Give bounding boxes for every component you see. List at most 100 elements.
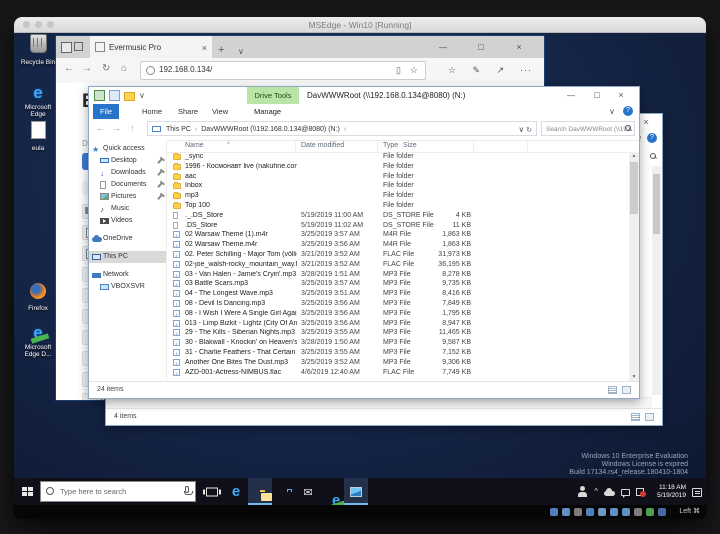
- action-center-icon[interactable]: [692, 487, 702, 497]
- sidebar-item[interactable]: VBOXSVR: [89, 281, 166, 293]
- taskbar-app-button[interactable]: [344, 478, 368, 505]
- explorer2-details-view-icon[interactable]: [631, 413, 640, 421]
- file-row[interactable]: .DS_Store 5/19/2019 11:02 AM DS_STORE Fi…: [167, 221, 629, 231]
- details-view-icon[interactable]: [608, 386, 617, 394]
- tab-close-icon[interactable]: [202, 38, 207, 56]
- file-row[interactable]: ._.DS_Store 5/19/2019 11:00 AM DS_STORE …: [167, 211, 629, 221]
- file-row[interactable]: 02. Peter Schilling - Major Tom (völlig …: [167, 250, 629, 260]
- forward-icon[interactable]: [82, 63, 92, 74]
- drive-tools-context-tab[interactable]: Drive Tools: [247, 87, 299, 104]
- sidebar-item[interactable]: Downloads: [89, 167, 166, 179]
- explorer-maximize-button[interactable]: [585, 87, 609, 103]
- tab-file[interactable]: File: [93, 104, 120, 119]
- breadcrumb[interactable]: This PC › DavWWWRoot (\\192.168.0.134@8080…: [147, 121, 537, 136]
- taskbar-app-button[interactable]: [224, 478, 248, 505]
- qat-properties-icon[interactable]: [109, 90, 120, 101]
- edge-minimize-button[interactable]: [430, 36, 456, 58]
- taskbar-app-button[interactable]: [200, 478, 224, 505]
- address-dropdown-icon[interactable]: [518, 127, 524, 134]
- explorer2-thumbnail-view-icon[interactable]: [645, 413, 654, 421]
- qat-customize-chevron-icon[interactable]: [139, 91, 145, 100]
- new-tab-icon[interactable]: [218, 40, 224, 58]
- forward-icon[interactable]: [112, 123, 121, 133]
- hidden-icons-chevron-icon[interactable]: ^: [594, 486, 598, 497]
- ribbon-expand-chevron-icon[interactable]: [609, 107, 615, 116]
- file-row[interactable]: Top 100 File folder: [167, 201, 629, 211]
- back-icon[interactable]: [96, 123, 105, 133]
- column-size[interactable]: Size: [403, 142, 417, 149]
- search-input[interactable]: Search DavWWWRoot (\\192...: [541, 121, 635, 136]
- file-row[interactable]: 02-joe_walsh-rocky_mountain_way.flac 3/2…: [167, 260, 629, 270]
- address-refresh-icon[interactable]: [526, 127, 532, 134]
- file-row[interactable]: 04 - The Longest Wave.mp3 3/25/2019 3:51…: [167, 289, 629, 299]
- file-row[interactable]: Another One Bites The Dust.mp3 3/25/2019…: [167, 358, 629, 368]
- sidebar-item[interactable]: This PC: [89, 251, 166, 263]
- tab-list-chevron-icon[interactable]: [238, 41, 244, 59]
- desktop-icon[interactable]: Firefox: [17, 283, 59, 312]
- qat-new-folder-icon[interactable]: [124, 92, 135, 101]
- share-icon[interactable]: [496, 65, 504, 76]
- file-row[interactable]: mp3 File folder: [167, 191, 629, 201]
- file-row[interactable]: 29 - The Kills - Siberian Nights.mp3 3/2…: [167, 328, 629, 338]
- breadcrumb-drive[interactable]: DavWWWRoot (\\192.168.0.134@8080) (N:): [201, 126, 340, 133]
- edge-maximize-button[interactable]: [468, 36, 494, 58]
- tab-view[interactable]: View: [205, 104, 235, 119]
- people-icon[interactable]: [577, 486, 588, 497]
- tab-manage[interactable]: Manage: [247, 104, 288, 119]
- column-type[interactable]: Type: [383, 142, 398, 149]
- url-field[interactable]: 192.168.0.134/: [140, 61, 426, 80]
- reading-view-icon[interactable]: [396, 65, 401, 76]
- vm-titlebar[interactable]: MSEdge - Win10 [Running]: [14, 17, 706, 33]
- taskbar-search-input[interactable]: Type here to search: [40, 481, 196, 502]
- explorer-titlebar[interactable]: Drive Tools DavWWWRoot (\\192.168.0.134@…: [89, 87, 639, 104]
- volume-tray-icon[interactable]: [636, 488, 646, 497]
- onedrive-tray-icon[interactable]: [604, 488, 615, 496]
- chat-tray-icon[interactable]: [621, 489, 630, 498]
- file-row[interactable]: 1996 - Космонавт live (nakuhne.com) File…: [167, 162, 629, 172]
- breadcrumb-this-pc[interactable]: This PC: [166, 126, 191, 133]
- taskbar-app-button[interactable]: [272, 478, 296, 505]
- sidebar-item[interactable]: Quick access: [89, 143, 166, 155]
- microphone-icon[interactable]: [184, 486, 193, 495]
- file-row[interactable]: 03 Battle Scars.mp3 3/25/2019 3:57 AM MP…: [167, 279, 629, 289]
- up-icon[interactable]: [130, 123, 135, 133]
- desktop-icon[interactable]: Microsoft Edge D...: [17, 323, 59, 358]
- sidebar-item[interactable]: Network: [89, 269, 166, 281]
- explorer-close-button[interactable]: [609, 87, 633, 103]
- hub-favorites-icon[interactable]: [448, 65, 456, 76]
- tab-home[interactable]: Home: [135, 104, 169, 119]
- sidebar-item[interactable]: Documents: [89, 179, 166, 191]
- tab-preview-icon[interactable]: [74, 42, 83, 51]
- refresh-icon[interactable]: [102, 63, 110, 74]
- back-icon[interactable]: [64, 63, 74, 74]
- taskbar-app-button[interactable]: [248, 478, 272, 505]
- sidebar-item[interactable]: Pictures: [89, 191, 166, 203]
- file-row[interactable]: 08 - Devil Is Dancing.mp3 3/25/2019 3:56…: [167, 299, 629, 309]
- file-row[interactable]: 30 - Blakwall - Knockin' on Heaven's Doo…: [167, 338, 629, 348]
- sidebar-item[interactable]: Music: [89, 203, 166, 215]
- desktop-icon[interactable]: eula: [17, 121, 59, 152]
- taskbar-app-button[interactable]: [296, 478, 320, 505]
- start-button[interactable]: [14, 478, 40, 505]
- file-row[interactable]: Inbox File folder: [167, 181, 629, 191]
- taskbar-clock[interactable]: 11:18 AM 5/19/2019: [650, 484, 686, 499]
- thumbnail-view-icon[interactable]: [622, 386, 631, 394]
- tab-share[interactable]: Share: [171, 104, 205, 119]
- scrollbar[interactable]: [629, 152, 639, 382]
- site-info-icon[interactable]: [146, 66, 155, 75]
- file-row[interactable]: aac File folder: [167, 172, 629, 182]
- edge-close-button[interactable]: [506, 36, 532, 58]
- help-icon[interactable]: ?: [623, 106, 633, 116]
- browser-tab[interactable]: Evermusic Pro: [90, 36, 212, 58]
- explorer-minimize-button[interactable]: [559, 87, 583, 103]
- home-icon[interactable]: [121, 63, 127, 74]
- taskbar-app-button[interactable]: [320, 478, 344, 506]
- explorer2-search-icon[interactable]: [650, 153, 656, 159]
- desktop-icon[interactable]: Microsoft Edge: [17, 83, 59, 118]
- file-row[interactable]: 31 - Charlie Feathers - That Certain Fem…: [167, 348, 629, 358]
- scroll-up-icon[interactable]: [629, 152, 639, 161]
- file-row[interactable]: 02 Warsaw Theme (1).m4r 3/25/2019 3:57 A…: [167, 230, 629, 240]
- file-row[interactable]: AZD-001-Actress-NIMBUS.flac 4/6/2019 12:…: [167, 368, 629, 378]
- sidebar-item[interactable]: Videos: [89, 215, 166, 227]
- annotate-icon[interactable]: [472, 65, 480, 76]
